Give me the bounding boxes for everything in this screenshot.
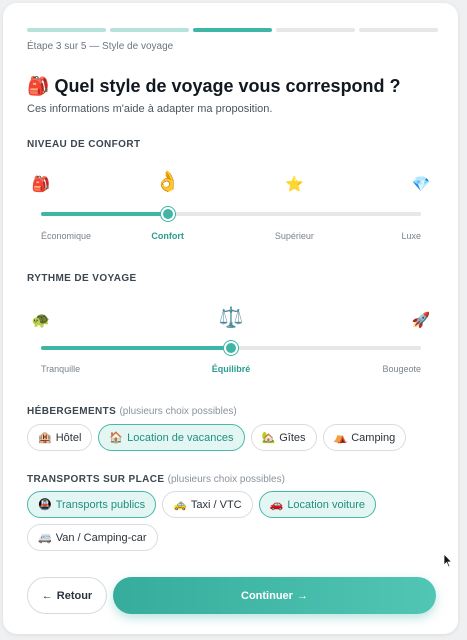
transports-chip[interactable]: 🚇 Transports publics bbox=[27, 491, 157, 518]
transports-chip-label: Transports publics bbox=[55, 498, 146, 511]
accommodations-chip[interactable]: ⛺ Camping bbox=[322, 424, 407, 451]
step-label: Étape 3 sur 5 — Style de voyage bbox=[27, 41, 174, 52]
comfort-option-icon[interactable]: 👌 bbox=[155, 172, 180, 192]
accommodations-chip[interactable]: 🏠 Location de vacances bbox=[98, 424, 245, 451]
page-title: 🎒 Quel style de voyage vous correspond ? bbox=[27, 76, 401, 97]
page-title-text: Quel style de voyage vous correspond ? bbox=[54, 76, 401, 96]
arrow-left-icon: ← bbox=[41, 589, 53, 602]
continue-button[interactable]: Continuer → bbox=[113, 577, 436, 614]
accommodations-chip[interactable]: 🏡 Gîtes bbox=[250, 424, 317, 451]
transports-chip-label: Van / Camping-car bbox=[55, 531, 147, 544]
comfort-option-icon[interactable]: ⭐ bbox=[285, 177, 304, 192]
accommodations-chips: 🏨 Hôtel 🏠 Location de vacances 🏡 Gîtes ⛺ Campin… bbox=[27, 424, 442, 451]
back-button-label: Retour bbox=[56, 589, 93, 602]
accommodations-chip-label: Location de vacances bbox=[127, 431, 234, 444]
accommodations-hint: (plusieurs choix possibles) bbox=[119, 406, 237, 417]
transports-chip-icon: 🚕 bbox=[173, 499, 187, 511]
comfort-slider-fill bbox=[41, 212, 168, 216]
rhythm-option-icon[interactable]: 🚀 bbox=[412, 313, 431, 328]
transports-chips: 🚇 Transports publics 🚕 Taxi / VTC 🚗 Location … bbox=[27, 491, 442, 551]
transports-chip-label: Location voiture bbox=[287, 498, 365, 511]
progress-segment bbox=[110, 28, 189, 32]
continue-button-label: Continuer bbox=[241, 589, 293, 602]
page-subtitle: Ces informations m'aide à adapter ma pro… bbox=[27, 103, 273, 115]
progress-segment bbox=[276, 28, 355, 32]
comfort-slider-thumb[interactable] bbox=[160, 207, 175, 221]
rhythm-option-icon[interactable]: 🐢 bbox=[32, 313, 51, 328]
progress-segment bbox=[27, 28, 106, 32]
transports-section-title: TRANSPORTS SUR PLACE (plusieurs choix po… bbox=[27, 474, 285, 485]
transports-chip[interactable]: 🚕 Taxi / VTC bbox=[162, 491, 253, 518]
comfort-option-label[interactable]: Supérieur bbox=[275, 231, 314, 241]
transports-chip[interactable]: 🚗 Location voiture bbox=[258, 491, 376, 518]
accommodations-title-text: HÉBERGEMENTS bbox=[27, 406, 117, 417]
rhythm-slider-fill bbox=[41, 346, 231, 350]
transports-chip-icon: 🚐 bbox=[38, 532, 52, 544]
rhythm-section-title: RYTHME DE VOYAGE bbox=[27, 273, 137, 284]
back-button[interactable]: ← Retour bbox=[27, 577, 107, 614]
accommodations-chip-icon: ⛺ bbox=[333, 432, 348, 444]
backpack-icon: 🎒 bbox=[27, 76, 50, 96]
rhythm-option-label[interactable]: Tranquille bbox=[41, 364, 80, 374]
progress-segment bbox=[193, 28, 272, 32]
progress-segment bbox=[359, 28, 438, 32]
progress-bar bbox=[27, 28, 438, 32]
transports-chip-icon: 🚗 bbox=[269, 499, 284, 511]
accommodations-chip-label: Gîtes bbox=[279, 431, 306, 444]
rhythm-option-icon[interactable]: ⚖️ bbox=[219, 308, 244, 328]
transports-chip-label: Taxi / VTC bbox=[190, 498, 242, 511]
accommodations-chip-label: Camping bbox=[351, 431, 396, 444]
rhythm-option-label[interactable]: Équilibré bbox=[212, 364, 251, 374]
wizard-card: Étape 3 sur 5 — Style de voyage 🎒 Quel s… bbox=[3, 3, 458, 634]
accommodations-chip-icon: 🏨 bbox=[38, 432, 52, 444]
accommodations-section-title: HÉBERGEMENTS (plusieurs choix possibles) bbox=[27, 406, 237, 417]
transports-hint: (plusieurs choix possibles) bbox=[167, 474, 285, 485]
rhythm-option-label[interactable]: Bougeote bbox=[382, 364, 421, 374]
accommodations-chip-icon: 🏠 bbox=[109, 432, 124, 444]
comfort-option-icon[interactable]: 💎 bbox=[412, 177, 431, 192]
comfort-option-label[interactable]: Luxe bbox=[401, 231, 421, 241]
accommodations-chip[interactable]: 🏨 Hôtel bbox=[27, 424, 93, 451]
accommodations-chip-label: Hôtel bbox=[55, 431, 82, 444]
comfort-option-label[interactable]: Confort bbox=[151, 231, 184, 241]
comfort-option-icon[interactable]: 🎒 bbox=[32, 177, 51, 192]
accommodations-chip-icon: 🏡 bbox=[261, 432, 276, 444]
transports-chip[interactable]: 🚐 Van / Camping-car bbox=[27, 524, 158, 551]
transports-chip-icon: 🚇 bbox=[38, 499, 52, 511]
rhythm-slider-thumb[interactable] bbox=[224, 341, 238, 355]
arrow-right-icon: → bbox=[296, 589, 308, 602]
mouse-cursor-icon bbox=[443, 553, 453, 568]
transports-title-text: TRANSPORTS SUR PLACE bbox=[27, 474, 165, 485]
comfort-section-title: NIVEAU DE CONFORT bbox=[27, 139, 141, 150]
comfort-option-label[interactable]: Économique bbox=[41, 231, 91, 241]
